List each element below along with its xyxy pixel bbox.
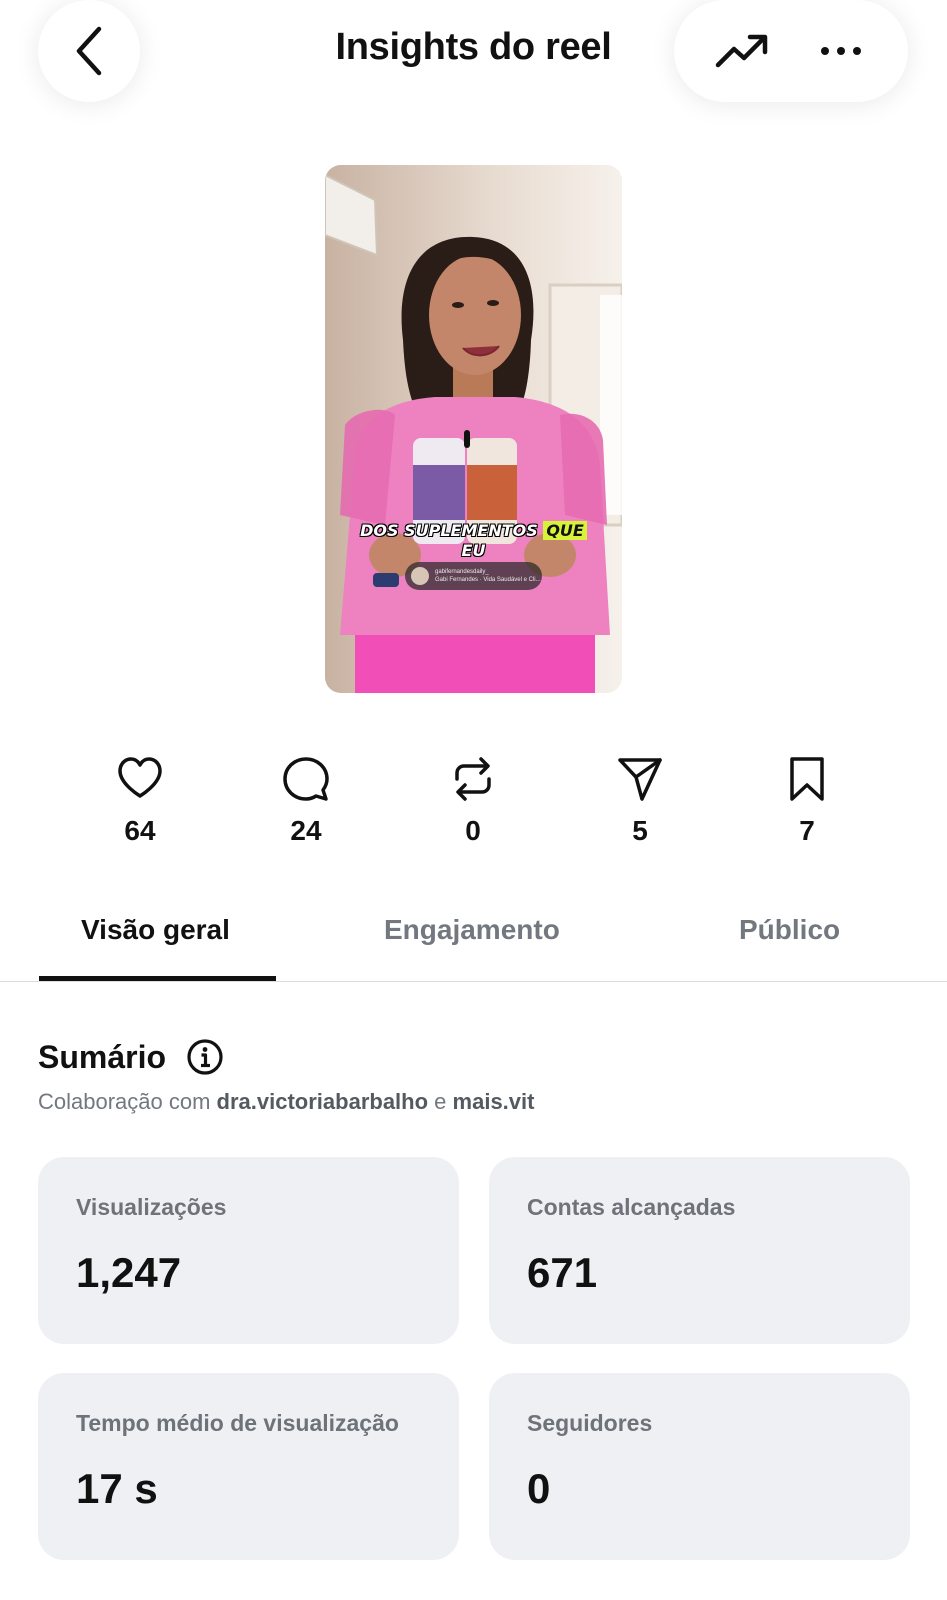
collab-user-link[interactable]: dra.victoriabarbalho bbox=[217, 1089, 429, 1114]
collab-chip-username: gabifernandesdaily_ bbox=[435, 569, 489, 575]
metric-value: 0 bbox=[527, 1465, 551, 1512]
metric-card-followers[interactable]: Seguidores 0 bbox=[489, 1373, 910, 1560]
metric-label: Tempo médio de visualização bbox=[76, 1410, 399, 1436]
metric-card-accounts-reached[interactable]: Contas alcançadas 671 bbox=[489, 1157, 910, 1344]
more-horizontal-icon bbox=[820, 47, 861, 55]
reel-caption: DOS SUPLEMENTOS QUE EU bbox=[325, 521, 622, 561]
collab-prefix: Colaboração com bbox=[38, 1089, 217, 1114]
comments-stat[interactable]: 24 bbox=[246, 755, 366, 847]
reposts-count: 0 bbox=[465, 815, 481, 846]
active-tab-indicator bbox=[39, 976, 276, 981]
saves-stat[interactable]: 7 bbox=[747, 755, 867, 847]
metric-label: Visualizações bbox=[76, 1194, 227, 1220]
trending-up-icon bbox=[715, 34, 767, 68]
metric-label: Contas alcançadas bbox=[527, 1194, 736, 1220]
collab-chip-subtitle: Gabi Fernandes · Vida Saudável e Cli... bbox=[435, 577, 541, 583]
info-icon[interactable] bbox=[186, 1038, 224, 1076]
collab-chip: gabifernandesdaily_ Gabi Fernandes · Vid… bbox=[405, 562, 542, 590]
caption-line-2: EU bbox=[461, 541, 486, 560]
metric-value: 671 bbox=[527, 1249, 598, 1296]
more-options-button[interactable] bbox=[806, 16, 876, 86]
heart-icon bbox=[118, 757, 162, 798]
caption-highlight: QUE bbox=[543, 521, 587, 540]
avatar bbox=[411, 567, 429, 585]
comments-count: 24 bbox=[290, 815, 322, 846]
collab-user-link[interactable]: mais.vit bbox=[453, 1089, 535, 1114]
collaboration-line: Colaboração com dra.victoriabarbalho e m… bbox=[38, 1089, 534, 1115]
shares-stat[interactable]: 5 bbox=[580, 755, 700, 847]
metric-card-views[interactable]: Visualizações 1,247 bbox=[38, 1157, 459, 1344]
summary-title: Sumário bbox=[38, 1038, 167, 1075]
bookmark-icon bbox=[790, 757, 824, 801]
shares-count: 5 bbox=[632, 815, 648, 846]
metric-card-avg-watch-time[interactable]: Tempo médio de visualização 17 s bbox=[38, 1373, 459, 1560]
repost-icon bbox=[455, 757, 491, 801]
likes-count: 64 bbox=[124, 815, 156, 846]
comment-icon bbox=[283, 757, 329, 801]
collab-chip-text: gabifernandesdaily_ Gabi Fernandes · Vid… bbox=[435, 568, 541, 584]
tab-engagement[interactable]: Engajamento bbox=[384, 914, 560, 946]
metric-value: 1,247 bbox=[76, 1249, 182, 1296]
likes-stat[interactable]: 64 bbox=[80, 755, 200, 847]
metric-label: Seguidores bbox=[527, 1410, 653, 1436]
insights-tabs: Visão geral Engajamento Público bbox=[0, 890, 947, 982]
tab-overview[interactable]: Visão geral bbox=[81, 914, 230, 946]
reposts-stat[interactable]: 0 bbox=[413, 755, 533, 847]
header-actions bbox=[674, 0, 908, 102]
summary-header: Sumário bbox=[38, 1038, 224, 1076]
collab-separator: e bbox=[428, 1089, 453, 1114]
reel-thumbnail-image bbox=[325, 165, 622, 693]
saves-count: 7 bbox=[799, 815, 815, 846]
trends-button[interactable] bbox=[707, 16, 777, 86]
metric-value: 17 s bbox=[76, 1465, 158, 1512]
caption-text: DOS SUPLEMENTOS bbox=[360, 521, 544, 540]
send-icon bbox=[618, 758, 662, 801]
reel-thumbnail[interactable]: DOS SUPLEMENTOS QUE EU gabifernandesdail… bbox=[325, 165, 622, 693]
tab-audience[interactable]: Público bbox=[739, 914, 840, 946]
